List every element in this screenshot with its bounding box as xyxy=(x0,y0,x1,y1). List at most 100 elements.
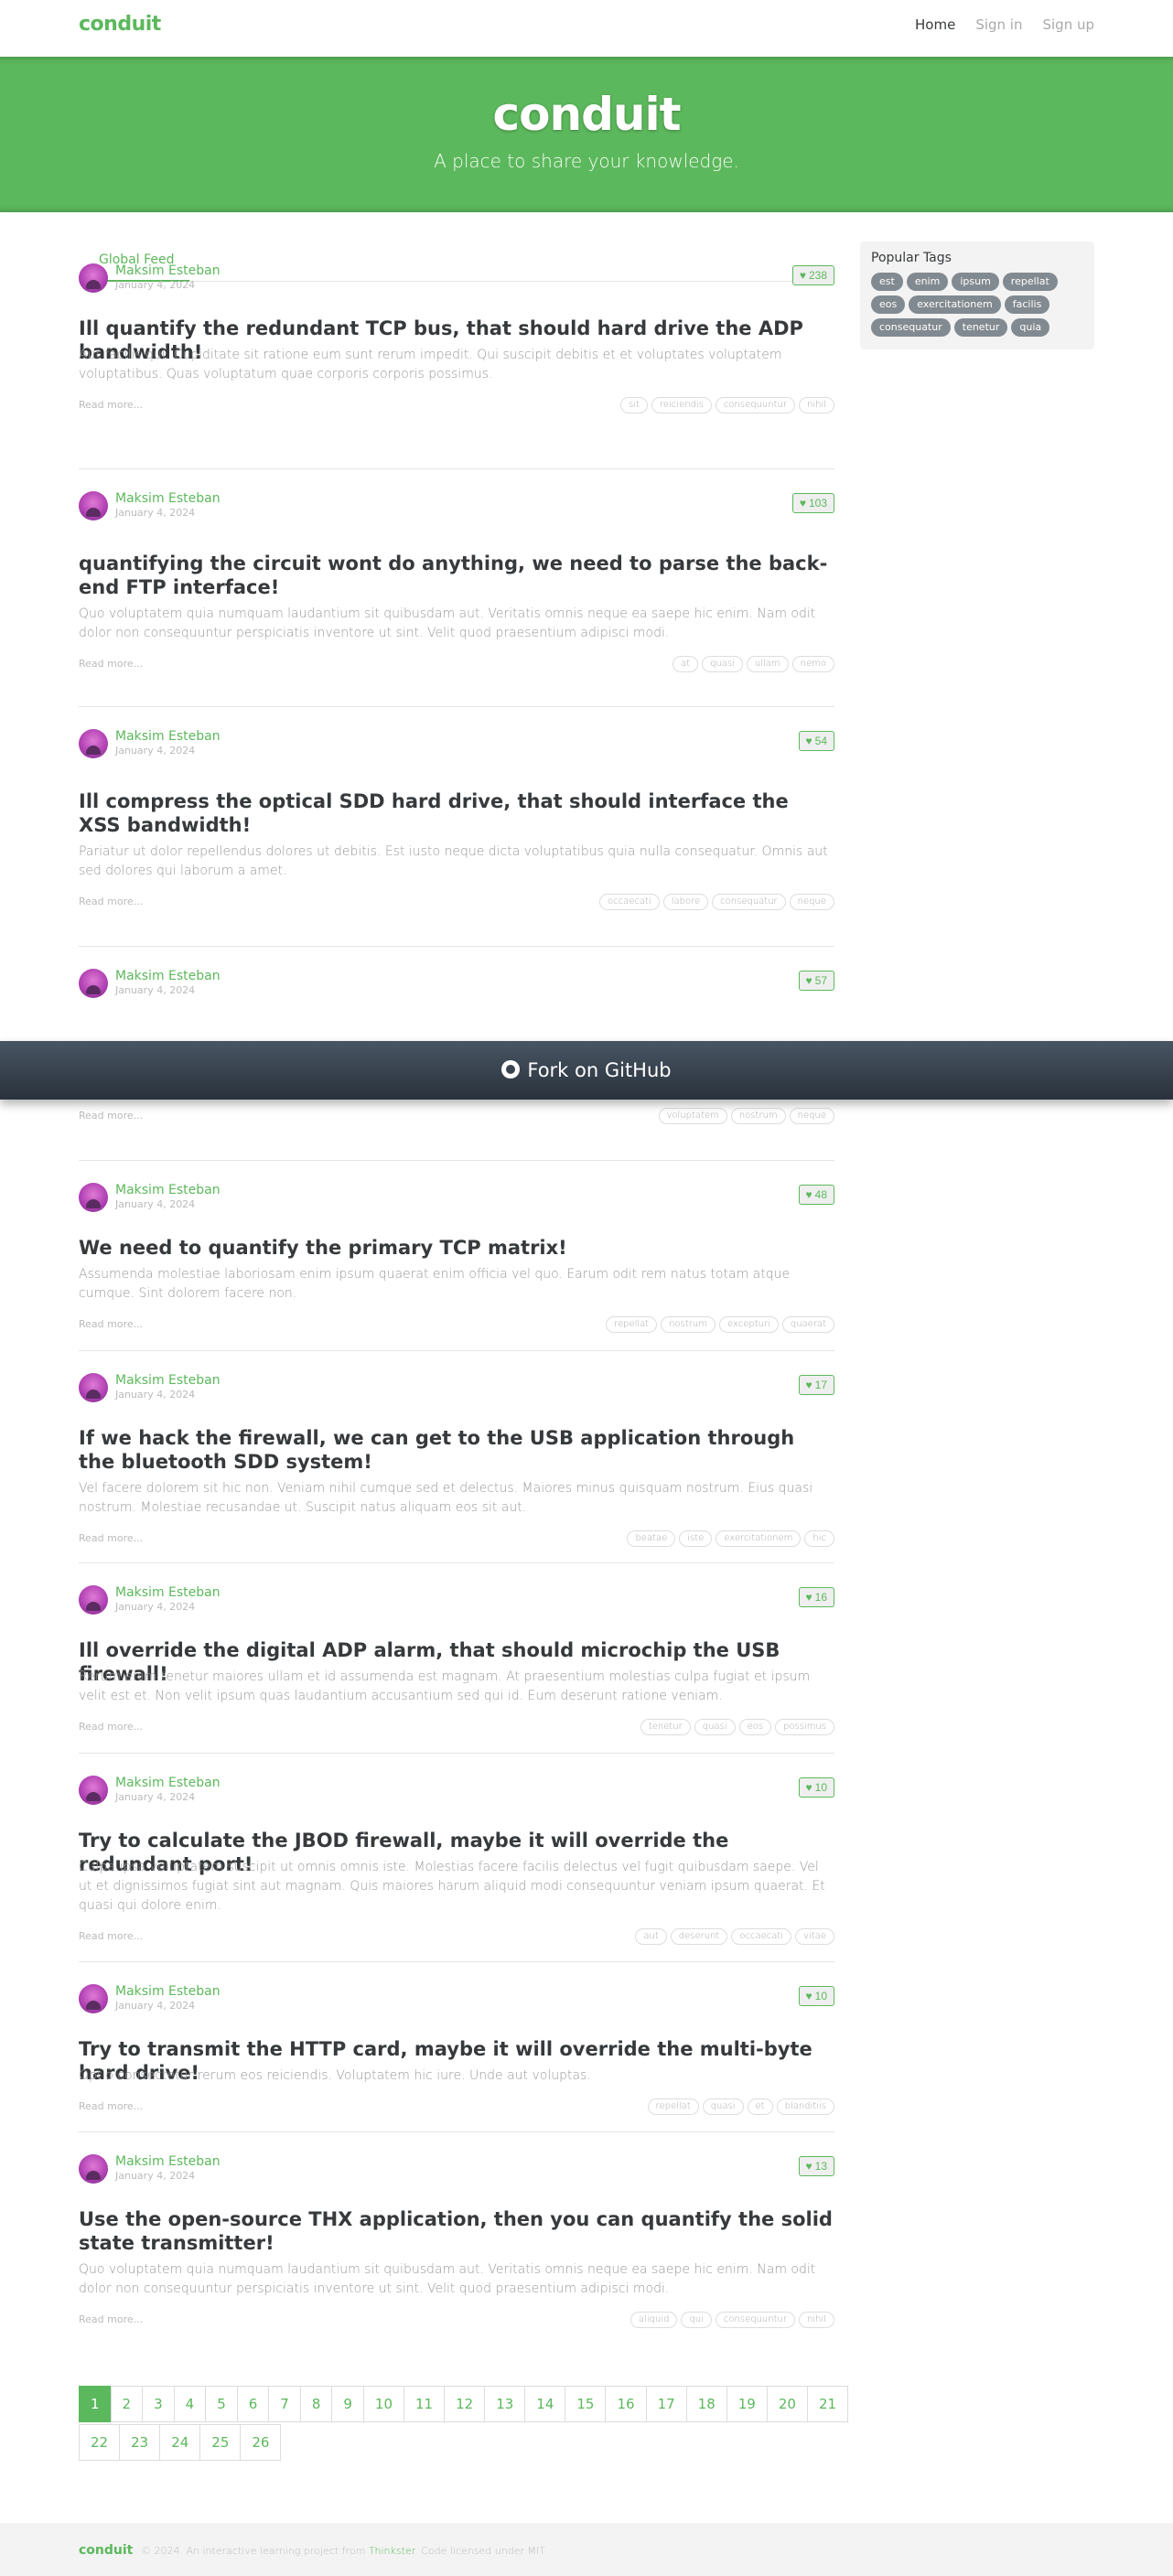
fork-on-github-banner[interactable]: Fork on GitHub xyxy=(0,1041,1173,1100)
page-link-24[interactable]: 24 xyxy=(159,2424,201,2461)
popular-tag[interactable]: eos xyxy=(871,295,906,314)
page-link-22[interactable]: 22 xyxy=(79,2424,121,2461)
nav-home[interactable]: Home xyxy=(915,15,955,35)
author-link[interactable]: Maksim Esteban xyxy=(115,1776,221,1790)
nav-sign-in[interactable]: Sign in xyxy=(975,15,1022,35)
avatar[interactable] xyxy=(79,1585,108,1615)
popular-tag[interactable]: enim xyxy=(906,273,949,291)
favorite-button[interactable]: ♥ 48 xyxy=(798,1185,834,1205)
page-link-12[interactable]: 12 xyxy=(444,2386,486,2422)
author-link[interactable]: Maksim Esteban xyxy=(115,969,221,983)
read-more-link[interactable]: Read more... xyxy=(79,1930,143,1942)
page-link-18[interactable]: 18 xyxy=(685,2386,727,2422)
article-title[interactable]: quantifying the circuit wont do anything… xyxy=(79,552,834,599)
article-title[interactable]: Use the open-source THX application, the… xyxy=(79,2207,834,2255)
popular-tag[interactable]: tenetur xyxy=(953,318,1008,337)
nav-sign-up[interactable]: Sign up xyxy=(1042,15,1094,35)
read-more-link[interactable]: Read more... xyxy=(79,399,143,411)
read-more-link[interactable]: Read more... xyxy=(79,2313,143,2325)
popular-tag[interactable]: est xyxy=(871,273,903,291)
article-title[interactable]: Ill compress the optical SDD hard drive,… xyxy=(79,789,834,837)
article-tag: at xyxy=(673,656,699,672)
page-link-20[interactable]: 20 xyxy=(766,2386,808,2422)
article-tag: neque xyxy=(789,1108,834,1124)
page-link-19[interactable]: 19 xyxy=(726,2386,768,2422)
page-link-21[interactable]: 21 xyxy=(806,2386,849,2422)
page-link-5[interactable]: 5 xyxy=(205,2386,238,2422)
page-link-17[interactable]: 17 xyxy=(645,2386,687,2422)
popular-tag[interactable]: repellat xyxy=(1002,273,1058,291)
favorite-button[interactable]: ♥ 238 xyxy=(791,265,834,285)
author-link[interactable]: Maksim Esteban xyxy=(115,263,221,278)
popular-tag[interactable]: exercitationem xyxy=(909,295,1001,314)
article-tag-list: voluptatem nostrum neque xyxy=(658,1108,834,1124)
page-link-3[interactable]: 3 xyxy=(142,2386,175,2422)
avatar[interactable] xyxy=(79,1984,108,2013)
avatar[interactable] xyxy=(79,729,108,758)
page-link-9[interactable]: 9 xyxy=(331,2386,364,2422)
page-link-4[interactable]: 4 xyxy=(173,2386,207,2422)
popular-tag[interactable]: quia xyxy=(1011,318,1050,337)
article-title[interactable]: We need to quantify the primary TCP matr… xyxy=(79,1236,834,1260)
brand-logo[interactable]: conduit xyxy=(79,13,161,36)
author-link[interactable]: Maksim Esteban xyxy=(115,2154,221,2169)
author-link[interactable]: Maksim Esteban xyxy=(115,1585,221,1600)
page-link-8[interactable]: 8 xyxy=(299,2386,333,2422)
read-more-link[interactable]: Read more... xyxy=(79,896,143,907)
read-more-link[interactable]: Read more... xyxy=(79,1110,143,1122)
favorite-button[interactable]: ♥ 103 xyxy=(791,493,834,513)
author-link[interactable]: Maksim Esteban xyxy=(115,1373,221,1388)
avatar[interactable] xyxy=(79,263,108,293)
page-link-2[interactable]: 2 xyxy=(110,2386,144,2422)
read-more-link[interactable]: Read more... xyxy=(79,2100,143,2112)
author-link[interactable]: Maksim Esteban xyxy=(115,1183,221,1197)
page-link-10[interactable]: 10 xyxy=(362,2386,405,2422)
article-description: Rerum enim tenetur maiores ullam et id a… xyxy=(79,1669,811,1703)
author-link[interactable]: Maksim Esteban xyxy=(115,729,221,744)
favorite-button[interactable]: ♥ 54 xyxy=(798,731,834,751)
page-link-16[interactable]: 16 xyxy=(605,2386,647,2422)
favorite-count: 48 xyxy=(814,1188,827,1201)
favorite-button[interactable]: ♥ 17 xyxy=(798,1375,834,1395)
page-link-26[interactable]: 26 xyxy=(240,2424,282,2461)
favorite-button[interactable]: ♥ 16 xyxy=(798,1587,834,1607)
read-more-link[interactable]: Read more... xyxy=(79,658,143,670)
page-link-15[interactable]: 15 xyxy=(565,2386,607,2422)
page-link-13[interactable]: 13 xyxy=(484,2386,526,2422)
page-link-23[interactable]: 23 xyxy=(119,2424,161,2461)
article-tag: ullam xyxy=(746,656,789,672)
page-link-14[interactable]: 14 xyxy=(524,2386,566,2422)
favorite-button[interactable]: ♥ 10 xyxy=(798,1986,834,2006)
avatar[interactable] xyxy=(79,1183,108,1212)
page-link-25[interactable]: 25 xyxy=(199,2424,242,2461)
page-link-11[interactable]: 11 xyxy=(404,2386,446,2422)
article-title[interactable]: If we hack the firewall, we can get to t… xyxy=(79,1426,834,1474)
read-more-link[interactable]: Read more... xyxy=(79,1318,143,1330)
popular-tag[interactable]: facilis xyxy=(1004,295,1050,314)
article-tag: neque xyxy=(789,894,834,910)
page-link-7[interactable]: 7 xyxy=(268,2386,301,2422)
read-more-link[interactable]: Read more... xyxy=(79,1532,143,1544)
footer-logo[interactable]: conduit xyxy=(79,2543,133,2558)
footer-link-thinkster[interactable]: Thinkster xyxy=(369,2545,414,2557)
article-tag: quaerat xyxy=(781,1316,834,1333)
avatar[interactable] xyxy=(79,1776,108,1805)
favorite-button[interactable]: ♥ 13 xyxy=(798,2156,834,2176)
author-link[interactable]: Maksim Esteban xyxy=(115,1984,221,1999)
page-link-1[interactable]: 1 xyxy=(79,2386,112,2422)
favorite-button[interactable]: ♥ 10 xyxy=(798,1777,834,1798)
avatar[interactable] xyxy=(79,969,108,998)
avatar[interactable] xyxy=(79,1373,108,1402)
page-link-6[interactable]: 6 xyxy=(236,2386,270,2422)
article-preview: Maksim Esteban January 4, 2024 ♥ 48 We need … xyxy=(79,1160,834,1350)
avatar[interactable] xyxy=(79,491,108,521)
article-tag-list: aut deserunt occaecati vitae xyxy=(635,1928,834,1945)
heart-icon: ♥ xyxy=(805,735,812,747)
popular-tag[interactable]: consequatur xyxy=(871,318,951,337)
article-date: January 4, 2024 xyxy=(115,2170,196,2182)
read-more-link[interactable]: Read more... xyxy=(79,1721,143,1733)
favorite-button[interactable]: ♥ 57 xyxy=(798,971,834,991)
author-link[interactable]: Maksim Esteban xyxy=(115,491,221,506)
avatar[interactable] xyxy=(79,2154,108,2184)
popular-tag[interactable]: ipsum xyxy=(952,273,999,291)
